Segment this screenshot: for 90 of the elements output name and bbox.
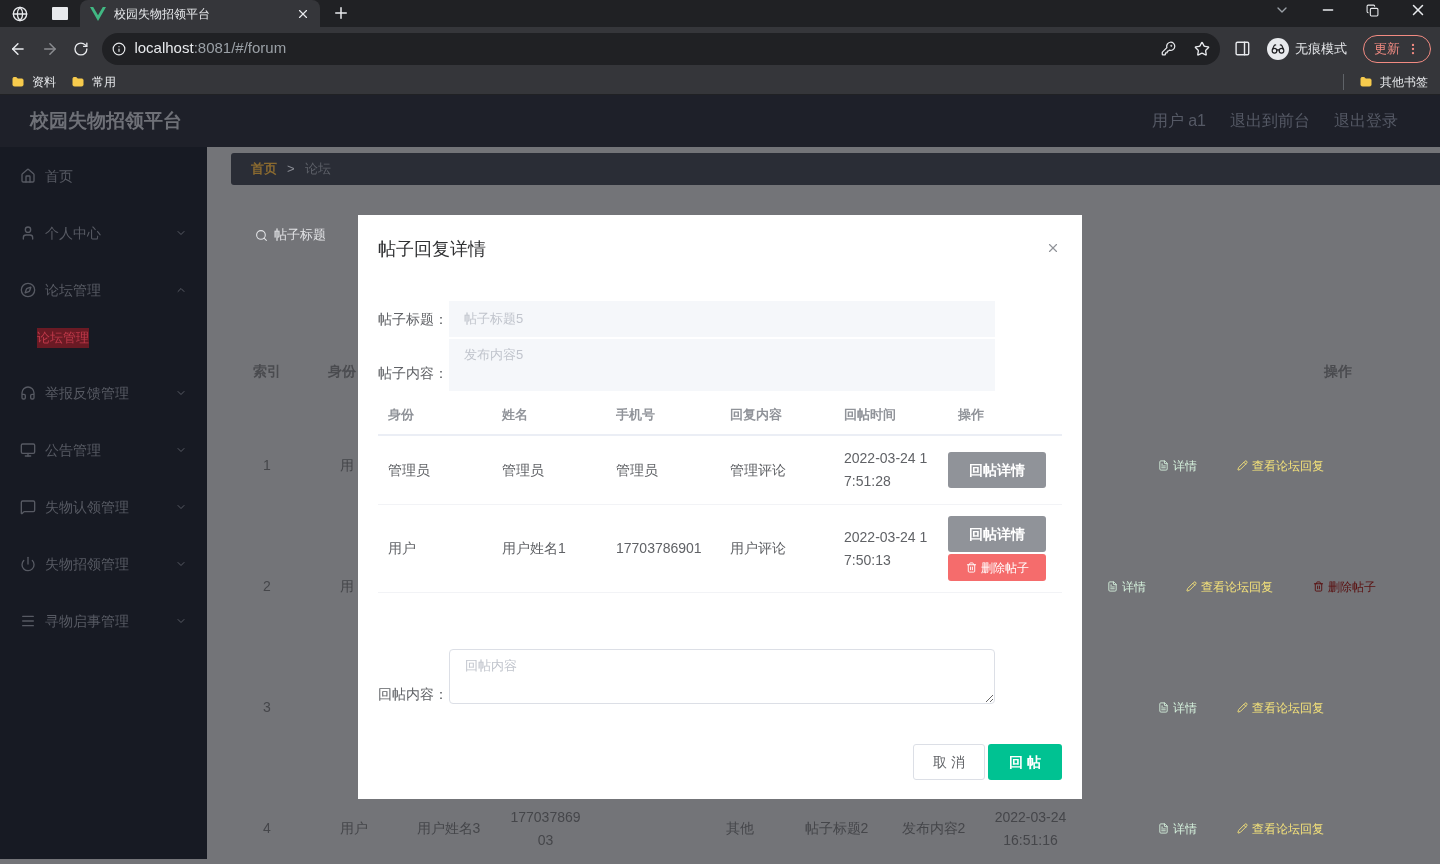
detail-link[interactable]: 详情	[1106, 577, 1146, 596]
incognito-icon	[1267, 37, 1289, 60]
document-icon	[1158, 702, 1169, 713]
tab-title: 校园失物招领平台	[114, 5, 211, 23]
sidebar-item[interactable]: 失物认领管理	[0, 487, 207, 527]
folder-icon	[12, 76, 24, 88]
home-icon	[20, 168, 36, 184]
headphones-icon	[20, 385, 36, 401]
reply-detail-button[interactable]: 回帖详情	[948, 516, 1046, 552]
profile-button[interactable]: 无痕模式	[1265, 33, 1349, 64]
delete-post-button[interactable]: 删除帖子	[948, 554, 1046, 581]
detail-link[interactable]: 详情	[1158, 698, 1197, 717]
trash-icon	[965, 562, 977, 573]
pencil-icon	[1237, 460, 1248, 471]
table-cell-text: 2022-03-24 17:51:28	[844, 449, 929, 491]
reply-detail-button[interactable]: 回帖详情	[948, 452, 1046, 488]
field-label: 帖子内容：	[378, 364, 449, 383]
folder-icon	[72, 76, 84, 88]
reload-icon[interactable]	[72, 40, 89, 57]
search-icon	[255, 228, 268, 242]
pencil-icon	[1237, 823, 1248, 834]
delete-link[interactable]: 删除帖子	[1312, 577, 1376, 596]
globe-icon	[12, 5, 28, 22]
chat-icon	[20, 499, 36, 515]
user-icon	[20, 225, 36, 241]
table-cell: 管理员	[502, 461, 544, 478]
table-cell: 管理员	[616, 461, 658, 478]
table-cell: 管理评论	[730, 461, 786, 478]
field-label: 回帖内容：	[378, 685, 449, 704]
sidebar-item[interactable]: 举报反馈管理	[0, 373, 207, 413]
detail-link[interactable]: 详情	[1158, 819, 1197, 838]
column-header: 身份	[387, 405, 415, 424]
sidebar-item[interactable]: 失物招领管理	[0, 544, 207, 584]
star-icon[interactable]	[1194, 40, 1211, 57]
new-tab-icon[interactable]	[332, 4, 350, 22]
trash-icon	[1312, 581, 1324, 592]
compass-icon	[20, 282, 36, 298]
reply-button[interactable]: 回 帖	[988, 744, 1062, 780]
column-header: 回帖时间	[843, 405, 897, 424]
address-bar[interactable]: localhost:8081/#/forum	[102, 32, 1221, 65]
breadcrumb-link[interactable]: 首页	[251, 159, 277, 179]
pencil-icon	[1237, 702, 1248, 713]
field-label: 帖子标题：	[378, 310, 449, 329]
column-header: 姓名	[501, 405, 529, 424]
table-cell: 用户评论	[730, 540, 786, 556]
sidebar-item[interactable]: 个人中心	[0, 213, 207, 253]
folder-icon	[1360, 76, 1372, 88]
bookmark[interactable]: 资料	[12, 73, 56, 91]
power-icon	[20, 556, 36, 572]
header-link[interactable]: 退出到前台	[1230, 109, 1310, 133]
browser-tab[interactable]: 校园失物招领平台	[80, 0, 320, 27]
key-icon[interactable]	[1161, 41, 1177, 56]
sidebar-item[interactable]: 首页	[0, 156, 207, 196]
table-cell: 用户姓名1	[502, 540, 566, 556]
window-icon	[52, 7, 68, 20]
restore-icon[interactable]	[1366, 3, 1379, 17]
table-cell: 17703786901	[616, 540, 702, 556]
info-icon[interactable]	[112, 41, 127, 56]
other-bookmarks[interactable]: 其他书签	[1360, 73, 1428, 91]
search-field[interactable]: 帖子标题	[255, 219, 345, 251]
replies-link[interactable]: 查看论坛回复	[1237, 456, 1324, 475]
cancel-button[interactable]: 取 消	[913, 744, 985, 780]
logo-icon	[90, 6, 106, 21]
column-header: 操作	[957, 405, 985, 424]
dialog-title: 帖子回复详情	[378, 238, 486, 261]
column-header: 手机号	[615, 405, 656, 424]
document-icon	[1158, 823, 1169, 834]
sidebar-item[interactable]: 论坛管理	[0, 270, 207, 310]
table-cell: 管理员	[388, 461, 430, 478]
monitor-icon	[20, 442, 36, 458]
menu-icon	[20, 613, 36, 629]
table-cell: 用户	[388, 540, 416, 556]
header-link[interactable]: 退出登录	[1334, 109, 1398, 133]
pencil-icon	[1185, 581, 1197, 592]
sidebar-subitem[interactable]: 论坛管理	[37, 328, 89, 348]
sidebar-item[interactable]: 公告管理	[0, 430, 207, 470]
side-panel-icon[interactable]	[1234, 40, 1251, 57]
app-title: 校园失物招领平台	[30, 108, 182, 133]
replies-link[interactable]: 查看论坛回复	[1237, 698, 1324, 717]
replies-link[interactable]: 查看论坛回复	[1185, 577, 1273, 596]
document-icon	[1158, 460, 1169, 471]
replies-link[interactable]: 查看论坛回复	[1237, 819, 1324, 838]
breadcrumb-separator: >	[287, 160, 295, 179]
header-link[interactable]: 用户 a1	[1151, 109, 1206, 133]
detail-link[interactable]: 详情	[1158, 456, 1197, 475]
column-header: 回复内容	[729, 405, 783, 424]
table-cell-text: 2022-03-24 17:50:13	[844, 527, 929, 570]
bookmark[interactable]: 常用	[72, 73, 116, 91]
sidebar-item[interactable]: 寻物启事管理	[0, 601, 207, 641]
document-icon	[1106, 581, 1118, 592]
